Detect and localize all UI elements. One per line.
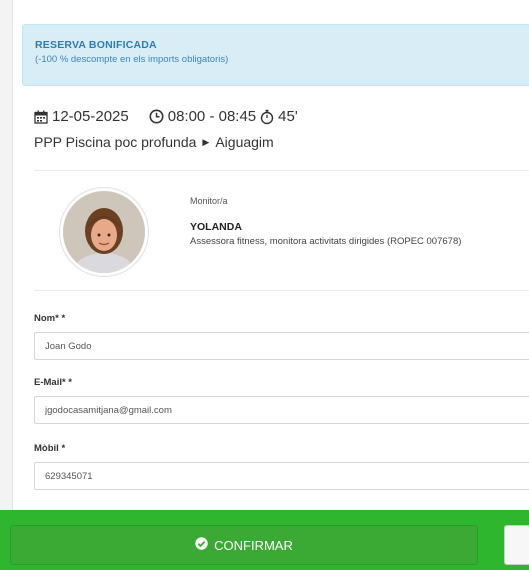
confirm-button[interactable]: CONFIRMAR: [10, 525, 478, 565]
stopwatch-icon: [260, 109, 274, 125]
monitor-name: YOLANDA: [190, 221, 242, 233]
alert-subtitle: (-100 % descompte en els imports obligat…: [35, 54, 229, 65]
session-duration: 45': [278, 108, 298, 125]
caret-right-icon: ▶: [202, 136, 210, 147]
monitor-label: Monitor/a: [190, 196, 228, 206]
email-label: E-Mail* *: [34, 377, 73, 388]
mobile-field[interactable]: [34, 462, 529, 490]
mobile-label: Mòbil *: [34, 443, 66, 454]
name-label: Nom* *: [34, 313, 66, 324]
secondary-button[interactable]: [504, 525, 529, 565]
bonus-reservation-alert: RESERVA BONIFICADA (-100 % descompte en …: [22, 24, 529, 86]
divider: [34, 170, 529, 171]
email-field[interactable]: [34, 396, 529, 424]
check-circle-icon: [195, 537, 208, 553]
session-time: 08:00 - 08:45: [167, 108, 257, 125]
calendar-icon: [34, 110, 48, 124]
divider: [34, 290, 529, 291]
session-activity: PPP Piscina poc profunda ▶ Aiguagim: [34, 134, 274, 150]
alert-title: RESERVA BONIFICADA: [35, 39, 157, 51]
name-field[interactable]: [34, 332, 529, 360]
clock-icon: [149, 109, 164, 124]
activity-area: PPP Piscina poc profunda: [34, 134, 197, 150]
activity-name: Aiguagim: [215, 134, 274, 150]
monitor-description: Assessora fitness, monitora activitats d…: [190, 236, 462, 247]
session-datetime: 12-05-2025 08:00 - 08:45 45': [34, 108, 298, 125]
monitor-avatar: [60, 188, 148, 276]
confirm-label: CONFIRMAR: [214, 537, 293, 553]
session-date: 12-05-2025: [52, 108, 129, 125]
